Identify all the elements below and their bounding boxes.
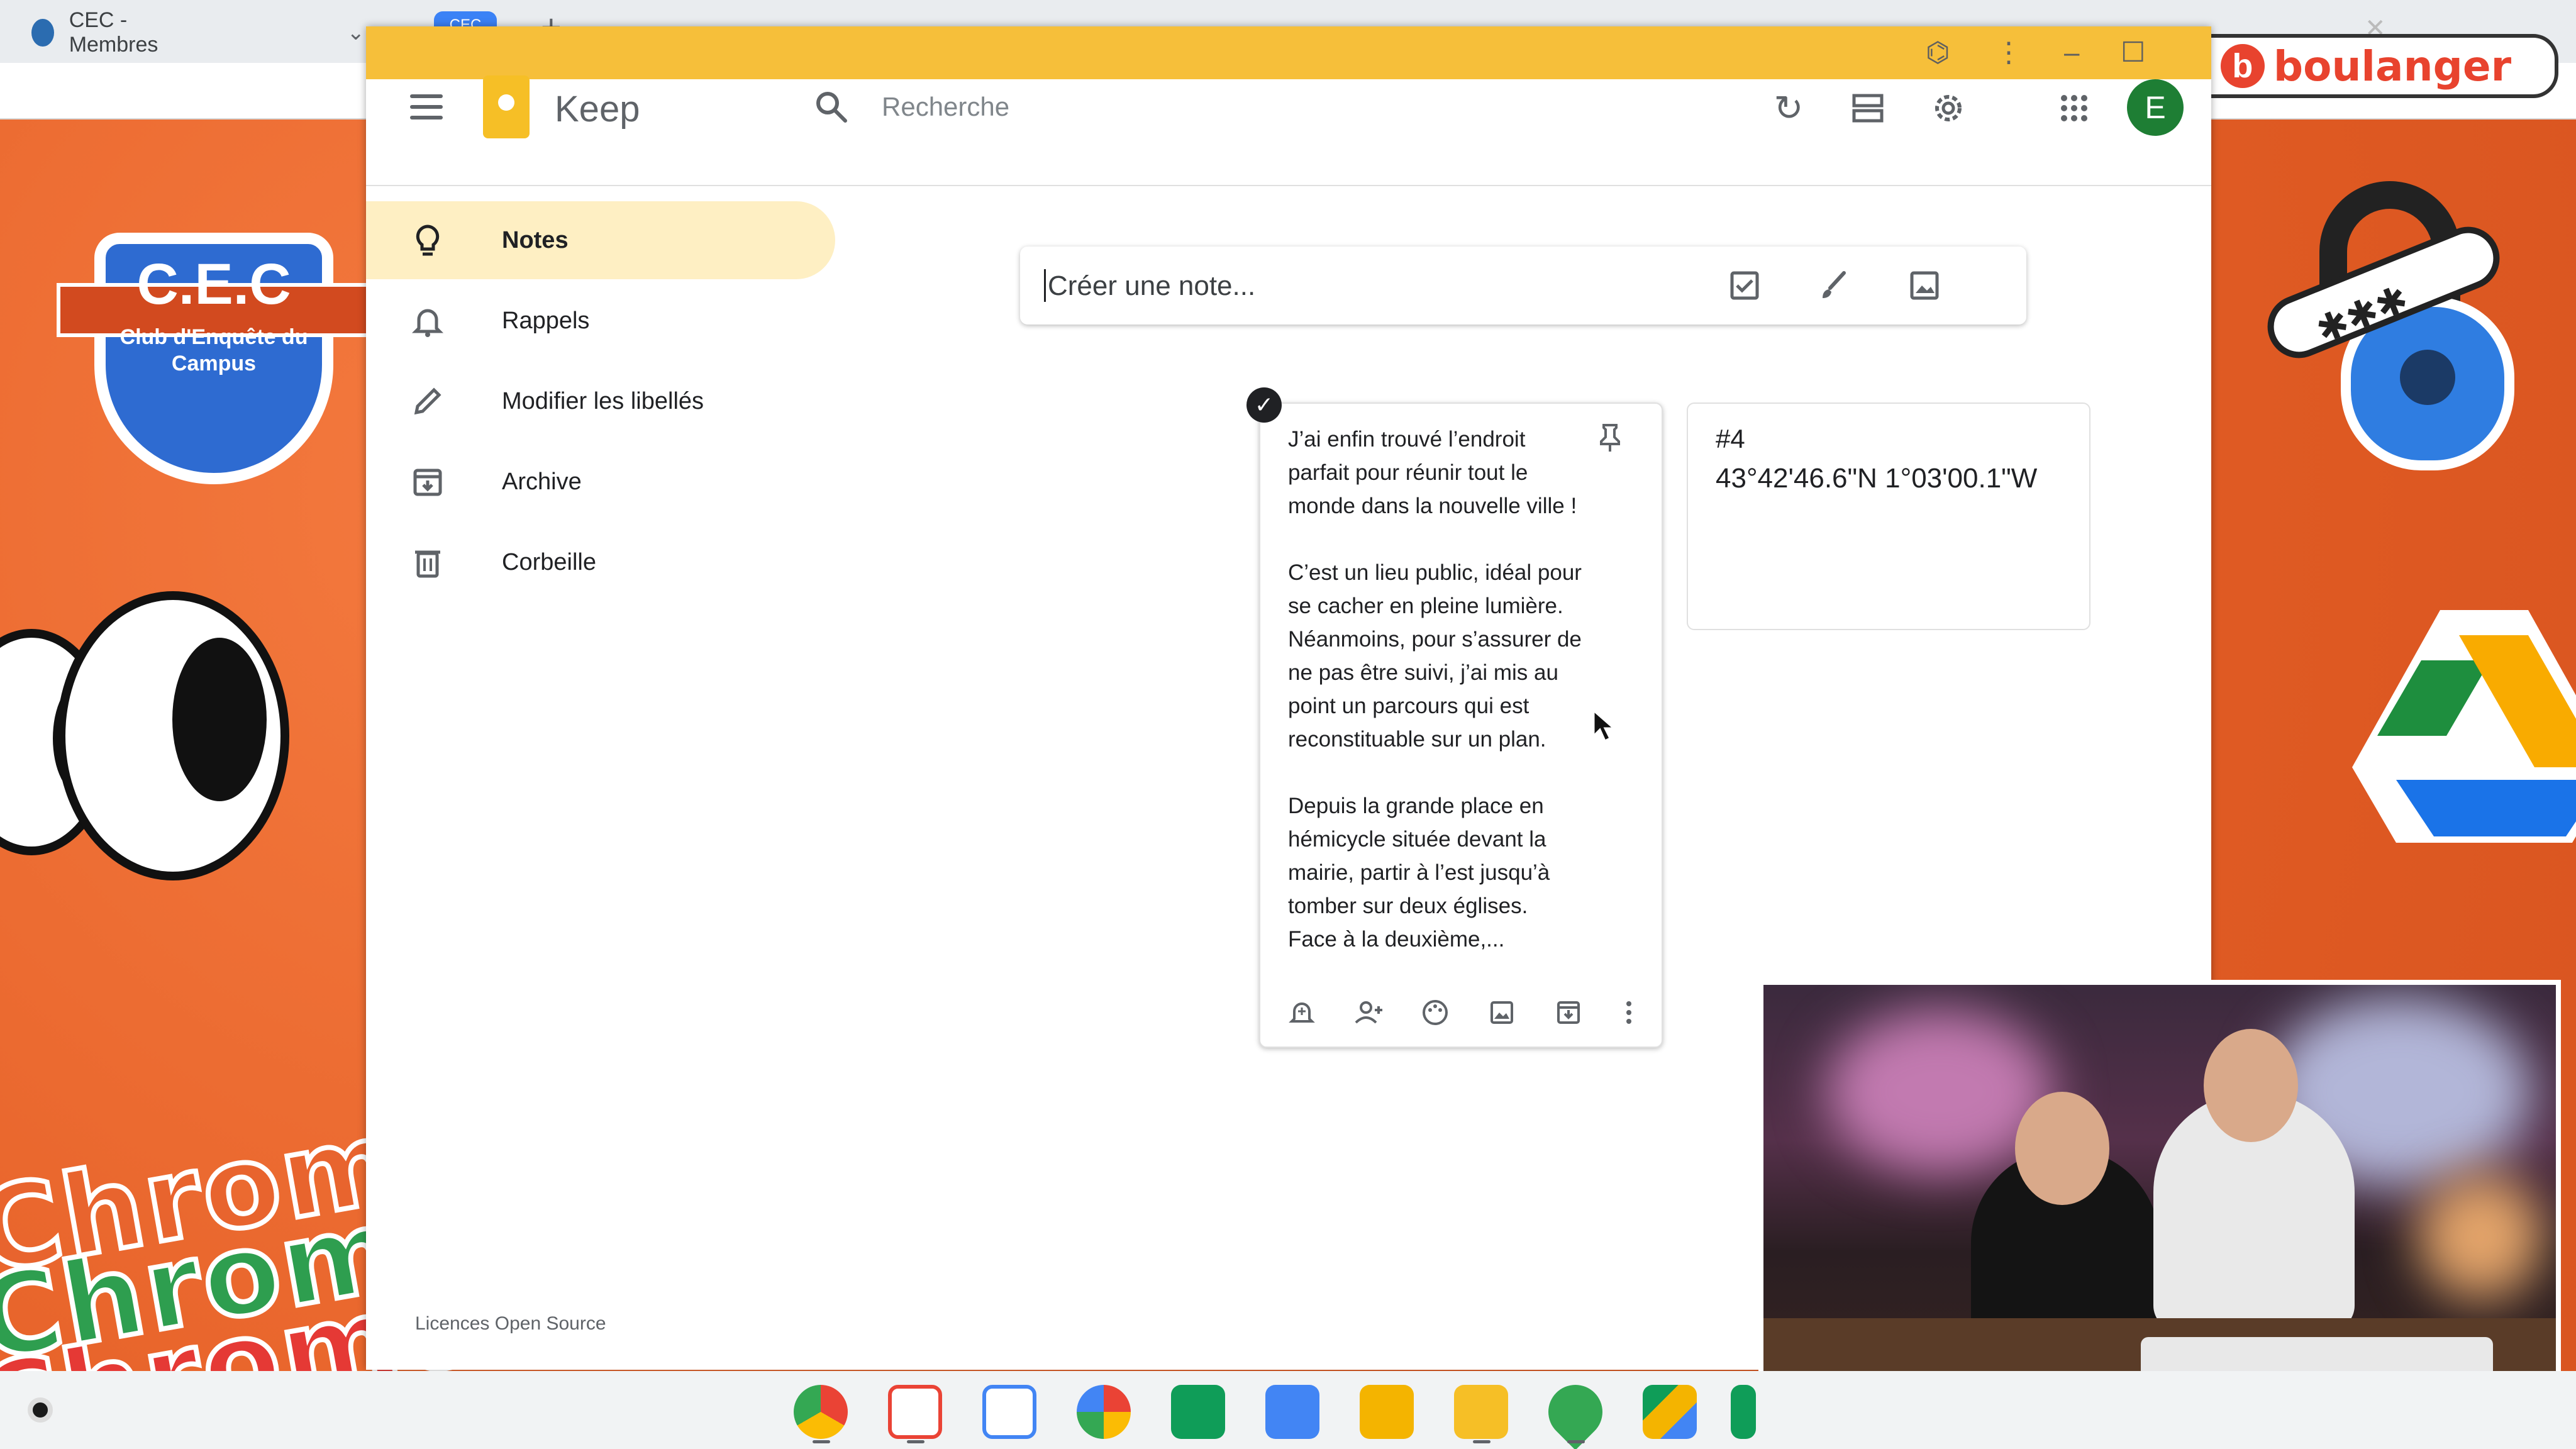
- browser-tab[interactable]: CEC - Membres ⌄: [13, 8, 365, 58]
- eye-sticker-right: [57, 591, 289, 880]
- lightbulb-icon: [416, 225, 440, 256]
- app-running-indicator: [1473, 1440, 1491, 1443]
- note-body: J’ai enfin trouvé l’endroit parfait pour…: [1288, 427, 1582, 952]
- translate-icon[interactable]: ⌬: [1926, 39, 1950, 67]
- launcher-icon[interactable]: [28, 1397, 53, 1423]
- sidebar-item-label: Archive: [502, 468, 582, 495]
- password-lock-sticker: ✱✱✱: [2267, 181, 2514, 470]
- keep-app-icon[interactable]: [1454, 1385, 1508, 1439]
- more-vert-icon[interactable]: [1614, 997, 1644, 1028]
- calendar-app-icon[interactable]: [982, 1385, 1036, 1439]
- webcam-overlay: [1758, 980, 2561, 1435]
- list-view-icon[interactable]: [1849, 89, 1887, 127]
- settings-gear-icon[interactable]: [1929, 89, 1967, 127]
- os-shelf: [0, 1371, 2576, 1449]
- remind-me-icon[interactable]: [1287, 997, 1317, 1028]
- eye-pupil: [172, 638, 267, 801]
- docs-app-icon[interactable]: [1265, 1385, 1319, 1439]
- keep-logo-icon: [483, 75, 530, 138]
- app-running-indicator: [1567, 1440, 1585, 1443]
- main-menu-icon[interactable]: [410, 94, 443, 119]
- app-running-indicator: [907, 1440, 924, 1443]
- mouse-cursor-icon: [1592, 709, 1615, 743]
- new-drawing-brush-icon[interactable]: [1816, 268, 1852, 303]
- new-image-icon[interactable]: [1907, 268, 1942, 303]
- google-drive-sticker: [2352, 610, 2576, 843]
- archive-note-icon[interactable]: [1553, 997, 1584, 1028]
- maximize-icon[interactable]: ☐: [2121, 39, 2145, 67]
- chrome-app-icon[interactable]: [794, 1385, 848, 1439]
- note-body: 43°42'46.6"N 1°03'00.1"W: [1716, 463, 2038, 494]
- search-input[interactable]: Recherche: [882, 92, 1009, 122]
- drive-app-icon[interactable]: [1643, 1385, 1697, 1439]
- create-note-box[interactable]: Créer une note...: [1020, 247, 2026, 325]
- archive-icon: [413, 469, 442, 496]
- boulanger-wordmark: boulanger: [2273, 42, 2512, 91]
- wc-light: [2418, 1174, 2543, 1299]
- pin-icon[interactable]: [1594, 421, 1626, 454]
- badge-title: C.E.C: [136, 252, 291, 316]
- boulanger-logo: b boulanger: [2174, 34, 2558, 98]
- maps-app-icon[interactable]: [1537, 1374, 1614, 1449]
- gmail-app-icon[interactable]: [888, 1385, 942, 1439]
- boulanger-mark-icon: b: [2220, 44, 2265, 88]
- add-image-icon[interactable]: [1487, 997, 1517, 1028]
- window-titlebar: ⌬ ⋮ – ☐: [366, 26, 2211, 79]
- pencil-icon: [414, 387, 441, 415]
- apps-grid-icon[interactable]: [2055, 89, 2093, 127]
- search-icon[interactable]: [814, 89, 849, 125]
- tab-title: CEC - Membres: [69, 8, 158, 57]
- app-running-indicator: [813, 1440, 830, 1443]
- select-note-check-icon[interactable]: ✓: [1246, 387, 1282, 423]
- sidebar-item-label: Notes: [502, 226, 569, 253]
- refresh-icon[interactable]: ↻: [1770, 89, 1807, 127]
- note-card[interactable]: #4 43°42'46.6"N 1°03'00.1"W: [1687, 402, 2090, 630]
- sheets-app-icon[interactable]: [1171, 1385, 1225, 1439]
- sidebar-item-reminders[interactable]: Rappels: [366, 282, 835, 360]
- person-left-head: [2015, 1092, 2109, 1205]
- open-source-licences-link[interactable]: Licences Open Source: [415, 1313, 606, 1335]
- sidebar-item-trash[interactable]: Corbeille: [366, 523, 835, 601]
- note-title: #4: [1716, 424, 1745, 453]
- create-note-input[interactable]: Créer une note...: [1048, 270, 1255, 302]
- sidebar-item-notes[interactable]: Notes: [366, 201, 835, 279]
- bell-icon: [411, 309, 444, 337]
- chevron-down-icon[interactable]: ⌄: [347, 20, 365, 45]
- new-list-checkbox-icon[interactable]: [1727, 268, 1762, 303]
- trash-icon: [415, 550, 440, 578]
- sidebar-item-label: Rappels: [502, 307, 590, 334]
- sidebar-item-label: Modifier les libellés: [502, 387, 704, 414]
- sidebar-item-edit-labels[interactable]: Modifier les libellés: [366, 362, 835, 440]
- badge-subtitle: Club d'Enquête du Campus: [119, 325, 308, 375]
- cec-badge-sticker: C.E.C Club d'Enquête du Campus: [57, 195, 371, 491]
- photos-app-icon[interactable]: [1077, 1385, 1131, 1439]
- slides-app-icon[interactable]: [1360, 1385, 1414, 1439]
- tab-favicon-icon: [31, 19, 54, 47]
- sidebar-item-label: Corbeille: [502, 548, 596, 575]
- sidebar-item-archive[interactable]: Archive: [366, 443, 835, 521]
- palette-icon[interactable]: [1420, 997, 1450, 1028]
- account-avatar[interactable]: E: [2127, 79, 2184, 136]
- collaborator-icon[interactable]: [1353, 997, 1384, 1028]
- app-title: Keep: [555, 89, 640, 130]
- classroom-app-icon[interactable]: [1731, 1385, 1756, 1439]
- person-right-head: [2204, 1029, 2298, 1142]
- more-vert-icon[interactable]: ⋮: [1995, 39, 2023, 67]
- text-cursor: [1044, 269, 1046, 302]
- note-toolbar: [1279, 995, 1650, 1033]
- minimize-icon[interactable]: –: [2064, 39, 2079, 67]
